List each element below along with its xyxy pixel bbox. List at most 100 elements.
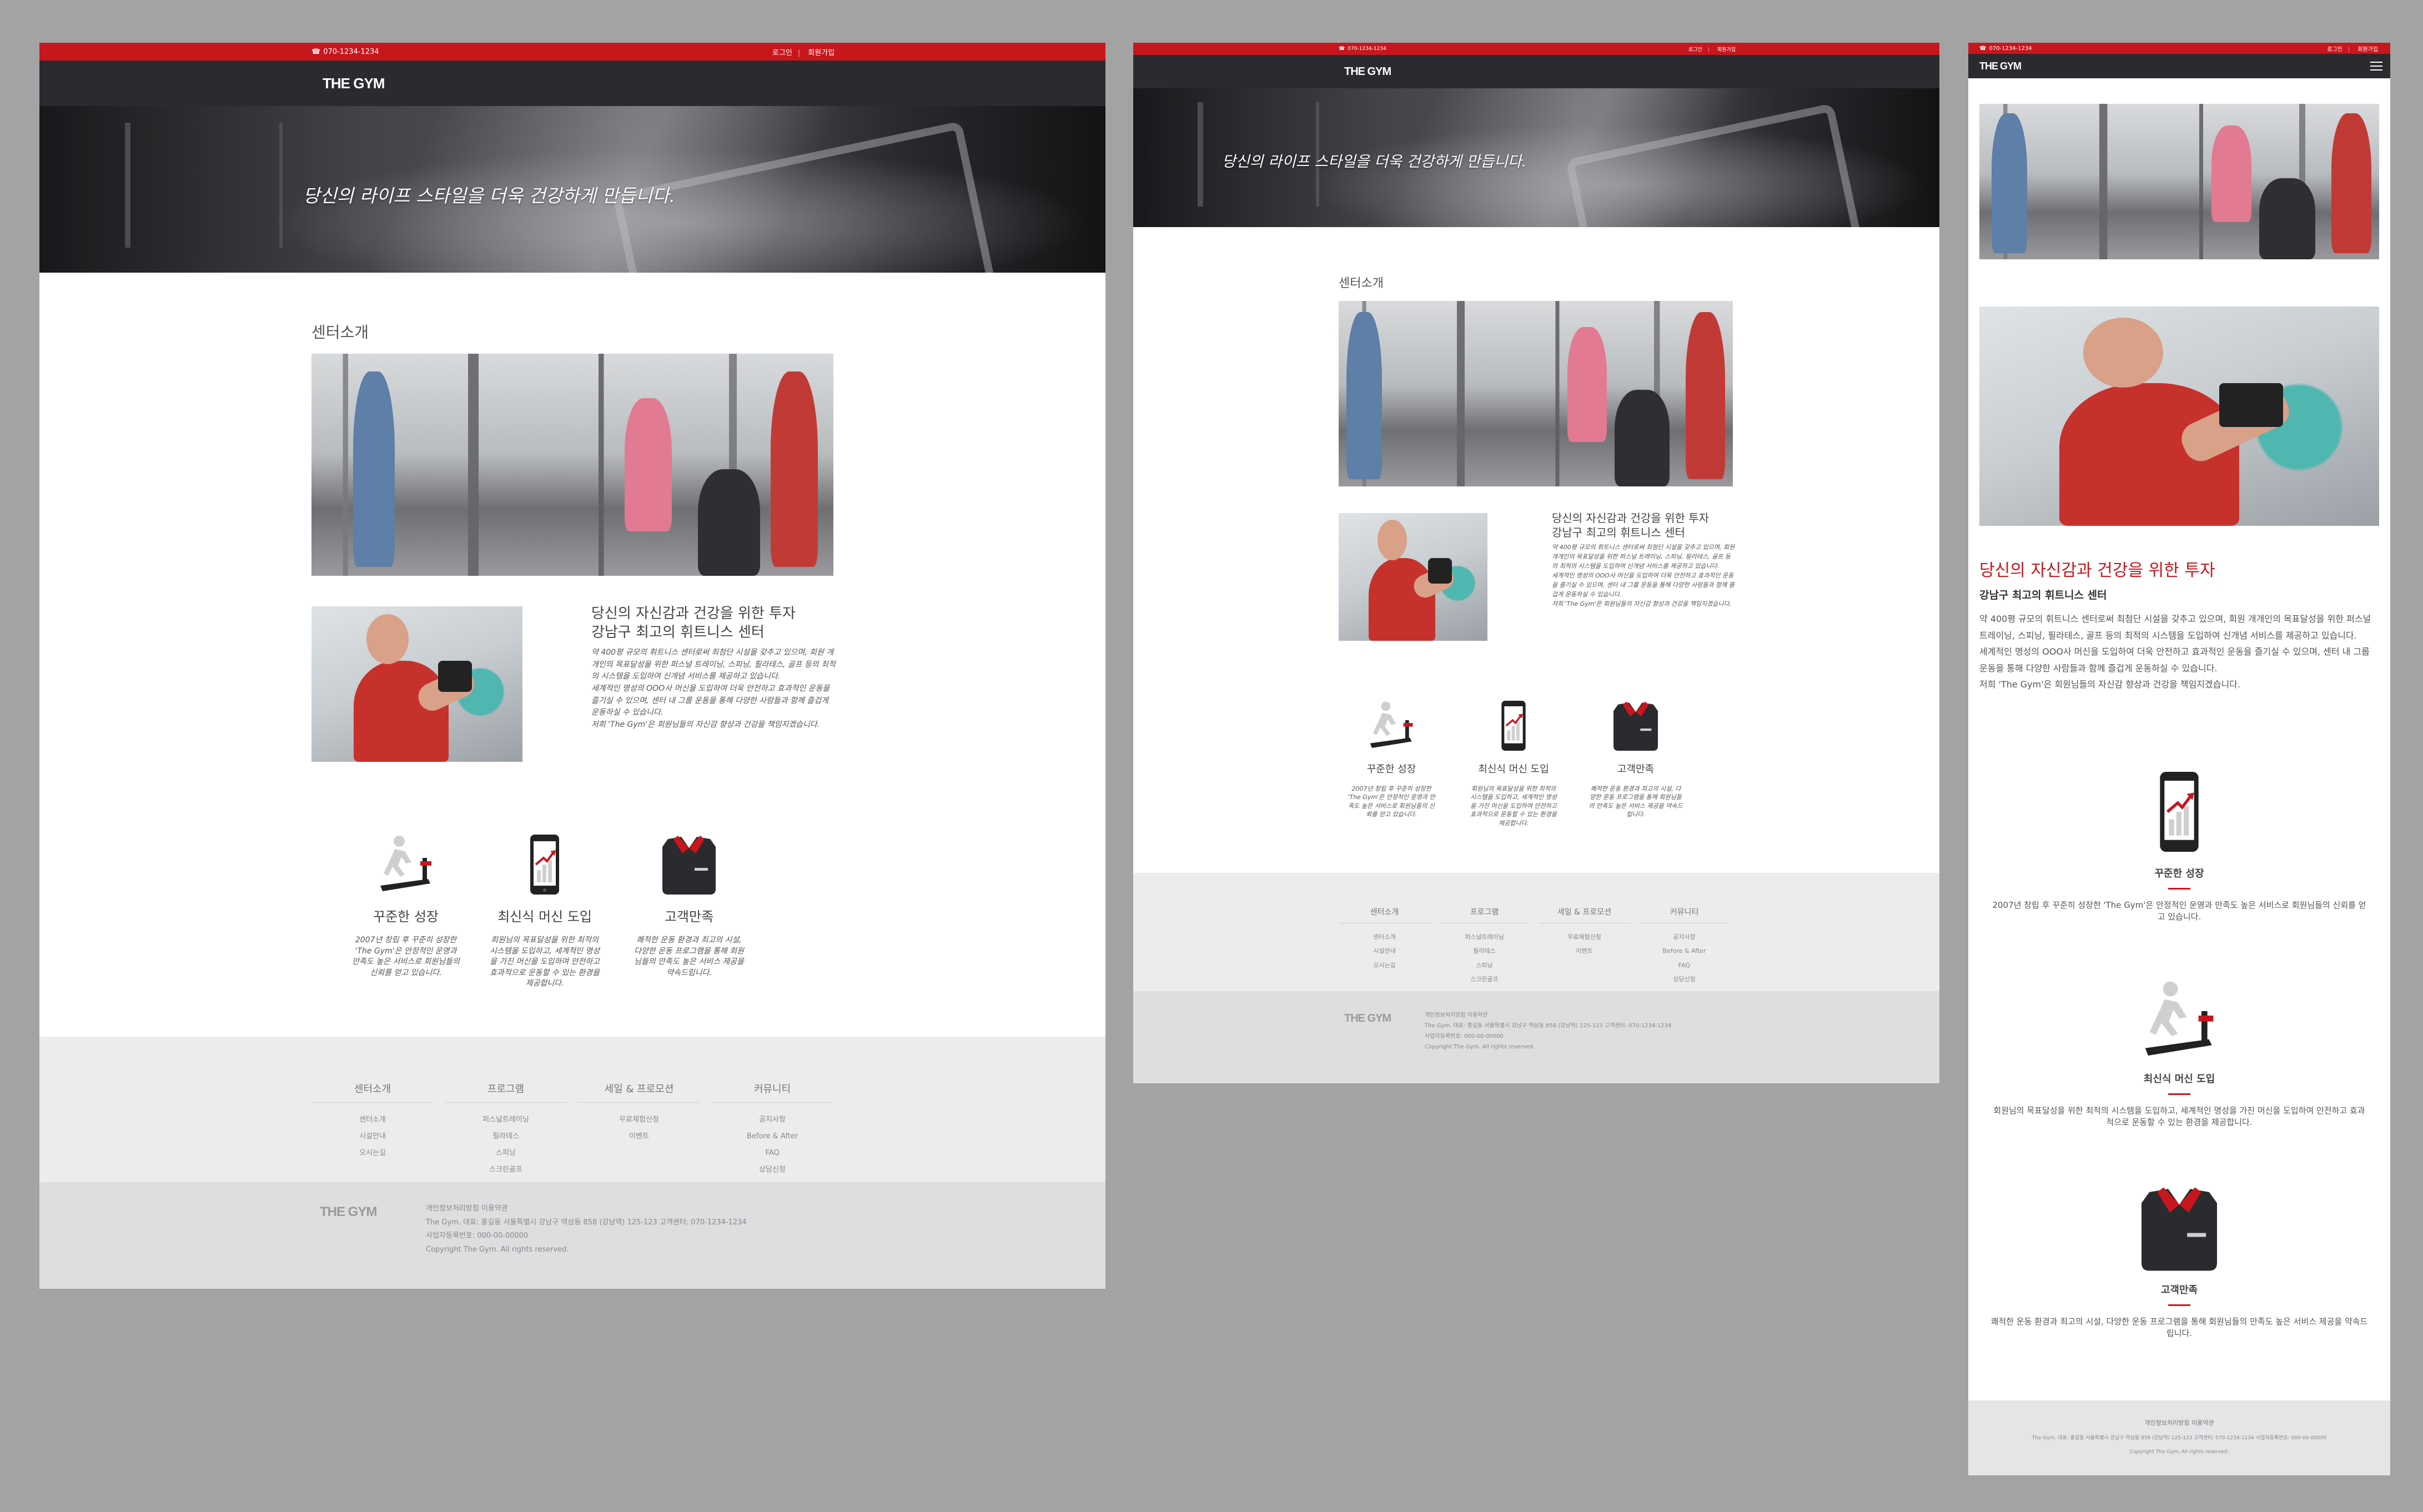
- footer-col-title[interactable]: 프로그램: [445, 1081, 567, 1103]
- logo[interactable]: THE GYM: [323, 75, 385, 92]
- footer-link[interactable]: 스피닝: [1439, 958, 1530, 972]
- phone-icon: ☎: [311, 47, 321, 56]
- footer-link[interactable]: 상담신청: [1638, 972, 1730, 986]
- feature-desc: 회원님의 목표달성을 위한 최적의 시스템을 도입하고, 세계적인 명성을 가진…: [1470, 785, 1557, 827]
- main-nav: THE GYM: [39, 61, 1105, 106]
- footer-info: 개인정보처리방침 이용약관 The Gym. 대표: 홍길동 서울특별시 강남구…: [426, 1202, 747, 1257]
- footer-address: The Gym. 대표: 홍길동 서울특별시 강남구 역삼동 858 (강남역)…: [1425, 1023, 1672, 1029]
- footer-col-title[interactable]: 세일 & 프로모션: [578, 1081, 700, 1103]
- phone-info: ☎ 070-1234-1234: [1339, 46, 1386, 52]
- footer-info: 개인정보처리방침 이용약관 The Gym. 대표: 홍길동 서울특별시 강남구…: [1425, 1010, 1671, 1052]
- feature-satisfaction: 고객만족 쾌적한 운동 환경과 최고의 시설, 다양한 운동 프로그램을 통해 …: [1588, 698, 1683, 819]
- footer-col-community: 커뮤니티 공지사항 Before & After FAQ 상담신청: [1638, 906, 1730, 986]
- account-links: 로그인 회원가입: [1688, 46, 1736, 53]
- footer-policy-links[interactable]: 개인정보처리방침 이용약관: [1968, 1418, 2390, 1427]
- treadmill-runner-icon: [380, 836, 431, 891]
- footer-link[interactable]: 퍼스널트레이닝: [1439, 930, 1530, 944]
- footer-link[interactable]: 공지사항: [711, 1112, 833, 1128]
- trainer-photo: [1979, 307, 2379, 526]
- hero-banner: 당신의 라이프 스타일을 더욱 건강하게 만듭니다.: [1133, 88, 1939, 227]
- footer-link[interactable]: 공지사항: [1638, 930, 1730, 944]
- footer-link[interactable]: 오시는길: [311, 1145, 434, 1162]
- phone-icon: ☎: [1979, 45, 1987, 52]
- logo[interactable]: THE GYM: [1979, 61, 2022, 72]
- feature-title: 꾸준한 성장: [2154, 868, 2204, 880]
- footer-link[interactable]: Before & After: [711, 1128, 833, 1145]
- footer-col-title[interactable]: 세일 & 프로모션: [1539, 906, 1630, 923]
- divider: [2168, 888, 2190, 890]
- login-link[interactable]: 로그인: [2327, 44, 2350, 53]
- footer-link[interactable]: 센터소개: [1339, 930, 1430, 944]
- suit-icon: [662, 836, 716, 895]
- suit-icon: [2142, 1187, 2217, 1271]
- footer-link[interactable]: 무료체험신청: [578, 1112, 700, 1128]
- feature-growth: 꾸준한 성장 2007년 창립 후 꾸준히 성장한 'The Gym'은 안정적…: [1347, 698, 1436, 819]
- intro-paragraph: 약 400평 규모의 휘트니스 센터로써 최첨단 시설을 갖추고 있으며, 회원…: [591, 648, 836, 681]
- intro-heading-line2: 강남구 최고의 휘트니스 센터: [1552, 526, 1685, 539]
- feature-desc: 쾌적한 운동 환경과 최고의 시설, 다양한 운동 프로그램을 통해 회원님들의…: [1588, 785, 1683, 818]
- signup-link[interactable]: 회원가입: [2357, 44, 2378, 53]
- footer-link[interactable]: 스크린골프: [1439, 972, 1530, 986]
- intro-heading: 당신의 자신감과 건강을 위한 투자 강남구 최고의 휘트니스 센터: [1552, 511, 1709, 540]
- footer-address: The Gym. 대표: 홍길동 서울특별시 강남구 역삼동 858 (강남역)…: [2032, 1435, 2327, 1441]
- account-links: 로그인 회원가입: [772, 47, 835, 57]
- footer-copyright: Copyright The Gym. All rights reserved.: [1425, 1044, 1535, 1050]
- footer-link[interactable]: FAQ: [1638, 958, 1730, 972]
- footer-link[interactable]: 스피닝: [445, 1145, 567, 1162]
- intro-paragraph: 약 400평 규모의 휘트니스 센터로써 최첨단 시설을 갖추고 있으며, 회원…: [1552, 544, 1735, 570]
- footer-link[interactable]: 필라테스: [1439, 944, 1530, 958]
- footer-col-title[interactable]: 커뮤니티: [1638, 906, 1730, 923]
- intro-heading-line2: 강남구 최고의 휘트니스 센터: [1979, 589, 2107, 601]
- intro-text: 약 400평 규모의 휘트니스 센터로써 최첨단 시설을 갖추고 있으며, 회원…: [591, 647, 836, 731]
- divider: [2168, 1093, 2190, 1095]
- footer-policy-links[interactable]: 개인정보처리방침 이용약관: [426, 1202, 747, 1216]
- tablet-chart-icon: [2160, 772, 2199, 852]
- footer-policy-links[interactable]: 개인정보처리방침 이용약관: [1425, 1010, 1671, 1021]
- footer-link[interactable]: 무료체험신청: [1539, 930, 1630, 944]
- tablet-chart-icon: [1501, 701, 1526, 751]
- footer-link[interactable]: 오시는길: [1339, 958, 1430, 972]
- footer-col-title[interactable]: 커뮤니티: [711, 1081, 833, 1103]
- menu-icon[interactable]: [2370, 62, 2382, 71]
- intro-text: 약 400평 규모의 휘트니스 센터로써 최첨단 시설을 갖추고 있으며, 회원…: [1979, 611, 2379, 693]
- feature-title: 꾸준한 성장: [373, 909, 439, 925]
- footer-col-center: 센터소개 센터소개 시설안내 오시는길: [1339, 906, 1430, 972]
- feature-title: 고객만족: [1617, 763, 1655, 775]
- login-link[interactable]: 로그인: [772, 47, 800, 57]
- footer-col-program: 프로그램 퍼스널트레이닝 필라테스 스피닝 스크린골프: [445, 1081, 567, 1178]
- intro-paragraph: 약 400평 규모의 휘트니스 센터로써 최첨단 시설을 갖추고 있으며, 회원…: [1979, 614, 2371, 641]
- login-link[interactable]: 로그인: [1688, 46, 1710, 53]
- signup-link[interactable]: 회원가입: [1717, 46, 1736, 53]
- footer-link[interactable]: 퍼스널트레이닝: [445, 1112, 567, 1128]
- footer-bottom: THE GYM 개인정보처리방침 이용약관 The Gym. 대표: 홍길동 서…: [39, 1182, 1105, 1289]
- footer-menu: 센터소개 센터소개 시설안내 오시는길 프로그램 퍼스널트레이닝 필라테스 스피…: [39, 1037, 1105, 1182]
- intro-heading-line1: 당신의 자신감과 건강을 위한 투자: [591, 605, 796, 622]
- footer-link[interactable]: FAQ: [711, 1145, 833, 1162]
- section-title: 센터소개: [311, 323, 369, 341]
- footer-col-title[interactable]: 센터소개: [311, 1081, 434, 1103]
- footer-bottom: THE GYM 개인정보처리방침 이용약관 The Gym. 대표: 홍길동 서…: [1133, 991, 1939, 1083]
- footer-link[interactable]: 이벤트: [578, 1128, 700, 1145]
- feature-desc: 쾌적한 운동 환경과 최고의 시설, 다양한 운동 프로그램을 통해 회원님들의…: [1990, 1317, 2368, 1338]
- footer-link[interactable]: 센터소개: [311, 1112, 434, 1128]
- footer-link[interactable]: Before & After: [1638, 944, 1730, 958]
- logo[interactable]: THE GYM: [1344, 66, 1391, 78]
- footer-col-center: 센터소개 센터소개 시설안내 오시는길: [311, 1081, 434, 1162]
- hero-banner: 당신의 라이프 스타일을 더욱 건강하게 만듭니다.: [39, 106, 1105, 273]
- footer-menu: 센터소개 센터소개 시설안내 오시는길 프로그램 퍼스널트레이닝 필라테스 스피…: [1133, 873, 1939, 991]
- footer-link[interactable]: 필라테스: [445, 1128, 567, 1145]
- footer-link[interactable]: 상담신청: [711, 1162, 833, 1178]
- top-bar: ☎ 070-1234-1234 로그인 회원가입: [39, 43, 1105, 61]
- footer-logo: THE GYM: [320, 1204, 377, 1219]
- suit-icon: [1613, 701, 1658, 751]
- footer-link[interactable]: 이벤트: [1539, 944, 1630, 958]
- footer-link[interactable]: 시설안내: [1339, 944, 1430, 958]
- feature-title: 최신식 머신 도입: [1478, 763, 1549, 775]
- footer-col-title[interactable]: 프로그램: [1439, 906, 1530, 923]
- signup-link[interactable]: 회원가입: [808, 47, 835, 57]
- feature-machine: 최신식 머신 도입 회원님의 목표달성을 위한 최적의 시스템을 도입하고, 세…: [489, 831, 600, 989]
- footer-link[interactable]: 시설안내: [311, 1128, 434, 1145]
- footer-col-title[interactable]: 센터소개: [1339, 906, 1430, 923]
- footer-link[interactable]: 스크린골프: [445, 1162, 567, 1178]
- footer-col-community: 커뮤니티 공지사항 Before & After FAQ 상담신청: [711, 1081, 833, 1178]
